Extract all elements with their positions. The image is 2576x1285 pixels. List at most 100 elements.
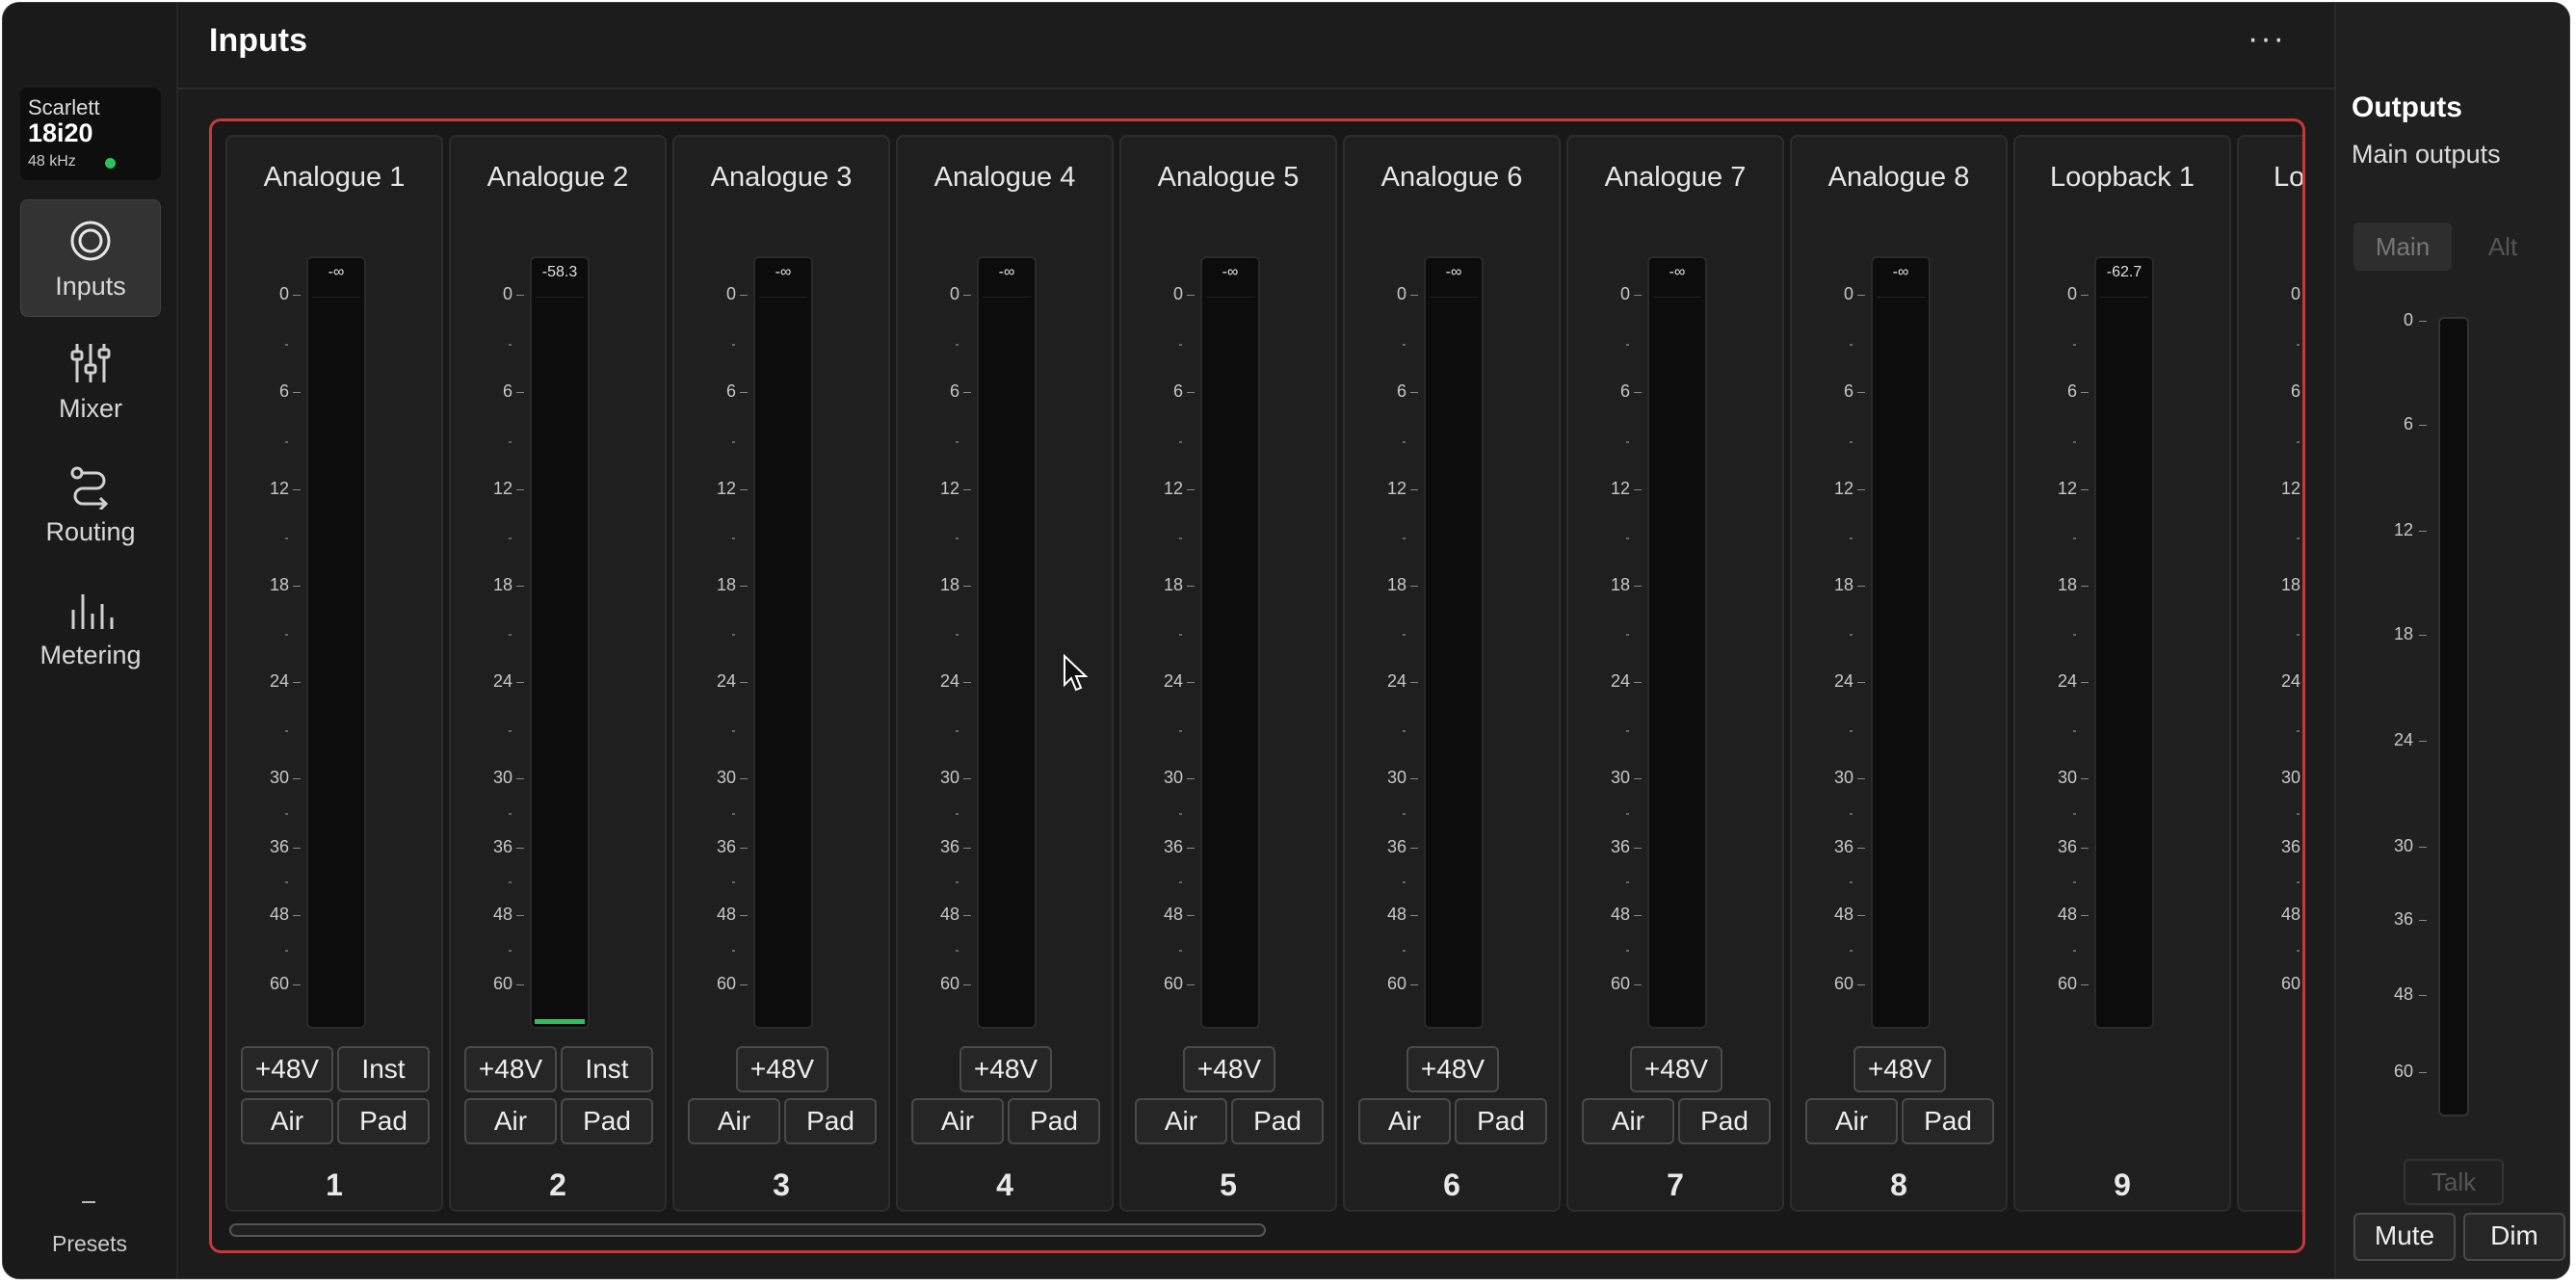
- meter-scale-minor-tick: [732, 538, 735, 539]
- pad-button[interactable]: Pad: [561, 1098, 653, 1144]
- meter-scale-tick: [963, 295, 971, 296]
- air-button[interactable]: Air: [911, 1098, 1004, 1144]
- meter-scale-minor-tick: [1403, 730, 1406, 732]
- meter-scale-label: 48: [1610, 905, 1630, 924]
- nav-item-routing[interactable]: Routing: [20, 446, 161, 564]
- phantom-power-button[interactable]: +48V: [241, 1046, 333, 1092]
- meter-scale-label: 36: [716, 837, 736, 856]
- more-options-button[interactable]: ···: [2247, 20, 2286, 58]
- meter-scale-minor-tick: [732, 344, 735, 346]
- channel-name: Analogue 1: [263, 162, 406, 193]
- pad-button[interactable]: Pad: [784, 1098, 877, 1144]
- meter-scale-label: 30: [939, 768, 959, 787]
- meter-scale-tick: [516, 915, 524, 916]
- meter-scale-label: 60: [1386, 974, 1406, 993]
- meter-scale-tick: [1634, 915, 1642, 916]
- pad-button[interactable]: Pad: [1678, 1098, 1771, 1144]
- meter-scale-minor-tick: [1403, 813, 1406, 815]
- meter-scale-tick: [2081, 915, 2089, 916]
- peak-divider: [312, 297, 360, 298]
- air-button[interactable]: Air: [1135, 1098, 1227, 1144]
- meter-scale-minor-tick: [956, 881, 959, 883]
- meter-scale-label: 30: [2057, 768, 2077, 787]
- alt-output-toggle[interactable]: Alt: [2454, 223, 2552, 271]
- outputs-subtitle: Main outputs: [2352, 140, 2501, 169]
- meter-scale-tick: [2304, 295, 2305, 296]
- meter-scale-minor-tick: [2073, 441, 2076, 443]
- meter-scale-label: 24: [2280, 671, 2300, 691]
- channel-name: Loopback 1: [2050, 162, 2195, 193]
- meter-scale-minor-tick: [1403, 441, 1406, 443]
- pad-button[interactable]: Pad: [1902, 1098, 1994, 1144]
- meter-scale-tick: [740, 778, 748, 779]
- pad-button[interactable]: Pad: [1008, 1098, 1100, 1144]
- meter-scale-label: 48: [939, 905, 959, 924]
- instrument-button[interactable]: Inst: [561, 1046, 653, 1092]
- meter-scale-label: 48: [1163, 905, 1183, 924]
- output-meter-scale-label: 24: [2393, 730, 2413, 749]
- channel-name: Analogue 6: [1380, 162, 1523, 193]
- meter-scale-minor-tick: [1850, 950, 1853, 952]
- pad-button[interactable]: Pad: [1455, 1098, 1547, 1144]
- meter-scale-label: 12: [1610, 479, 1630, 498]
- presets-handle[interactable]: [82, 1201, 95, 1203]
- meter-scale-label: 60: [269, 974, 289, 993]
- meter-scale-tick: [963, 778, 971, 779]
- phantom-power-button[interactable]: +48V: [1630, 1046, 1722, 1092]
- phantom-power-button[interactable]: +48V: [1183, 1046, 1275, 1092]
- routing-icon: [70, 466, 109, 510]
- channel-number: 9: [2114, 1167, 2131, 1202]
- instrument-button[interactable]: Inst: [337, 1046, 430, 1092]
- phantom-power-button[interactable]: +48V: [1406, 1046, 1499, 1092]
- meter-scale-label: 48: [1386, 905, 1406, 924]
- pad-button[interactable]: Pad: [1231, 1098, 1324, 1144]
- channel-number: 10: [2239, 1167, 2302, 1203]
- air-button[interactable]: Air: [1582, 1098, 1674, 1144]
- meter-scale-minor-tick: [1850, 538, 1853, 539]
- meter-scale-tick: [1634, 778, 1642, 779]
- meter-scale-tick: [516, 586, 524, 587]
- nav-item-label: Inputs: [55, 272, 126, 301]
- meter-scale-label: 6: [949, 381, 959, 401]
- phantom-power-button[interactable]: +48V: [464, 1046, 557, 1092]
- air-button[interactable]: Air: [241, 1098, 333, 1144]
- meter-scale-label: 24: [1386, 671, 1406, 691]
- air-button[interactable]: Air: [1358, 1098, 1451, 1144]
- meter-scale-tick: [293, 586, 301, 587]
- channel-strip: Analogue 1 0 6 12 18 24 30 36 48 60 -∞ +48V Inst Air P…: [225, 135, 443, 1212]
- air-button[interactable]: Air: [1805, 1098, 1898, 1144]
- phantom-power-button[interactable]: +48V: [959, 1046, 1052, 1092]
- meter-scale-label: 12: [492, 479, 513, 498]
- nav-item-inputs[interactable]: Inputs: [20, 199, 161, 317]
- meter-scale-minor-tick: [1626, 634, 1629, 636]
- meter-scale-minor-tick: [956, 344, 959, 346]
- meter-scale-label: 24: [1610, 671, 1630, 691]
- presets-button[interactable]: Presets: [3, 1231, 176, 1257]
- device-card[interactable]: Scarlett 18i20 48 kHz: [20, 88, 161, 180]
- meter-scale-tick: [1857, 682, 1865, 683]
- pad-button[interactable]: Pad: [337, 1098, 430, 1144]
- nav-item-mixer[interactable]: Mixer: [20, 323, 161, 440]
- talk-button[interactable]: Talk: [2404, 1159, 2504, 1205]
- meter-scale-label: 12: [2057, 479, 2077, 498]
- phantom-power-button[interactable]: +48V: [736, 1046, 828, 1092]
- meter-scale-minor-tick: [2297, 441, 2300, 443]
- meter-scale-tick: [963, 682, 971, 683]
- main-output-toggle[interactable]: Main: [2353, 223, 2452, 271]
- phantom-power-button[interactable]: +48V: [1853, 1046, 1946, 1092]
- meter-scale-label: 0: [2066, 284, 2077, 303]
- air-button[interactable]: Air: [464, 1098, 557, 1144]
- device-status-dot: [105, 158, 116, 169]
- nav-item-metering[interactable]: Metering: [20, 569, 161, 687]
- meter-scale-tick: [1187, 984, 1195, 985]
- dim-button[interactable]: Dim: [2463, 1213, 2565, 1261]
- meter-scale-tick: [1857, 984, 1865, 985]
- mute-button[interactable]: Mute: [2353, 1213, 2456, 1261]
- air-button[interactable]: Air: [688, 1098, 780, 1144]
- meter-scale-label: 48: [492, 905, 513, 924]
- level-meter: -∞: [1424, 256, 1484, 1029]
- meter-scale-minor-tick: [509, 950, 512, 952]
- meter-scale-minor-tick: [2073, 881, 2076, 883]
- meter-scale-label: 36: [939, 837, 959, 856]
- horizontal-scrollbar[interactable]: [229, 1223, 1266, 1237]
